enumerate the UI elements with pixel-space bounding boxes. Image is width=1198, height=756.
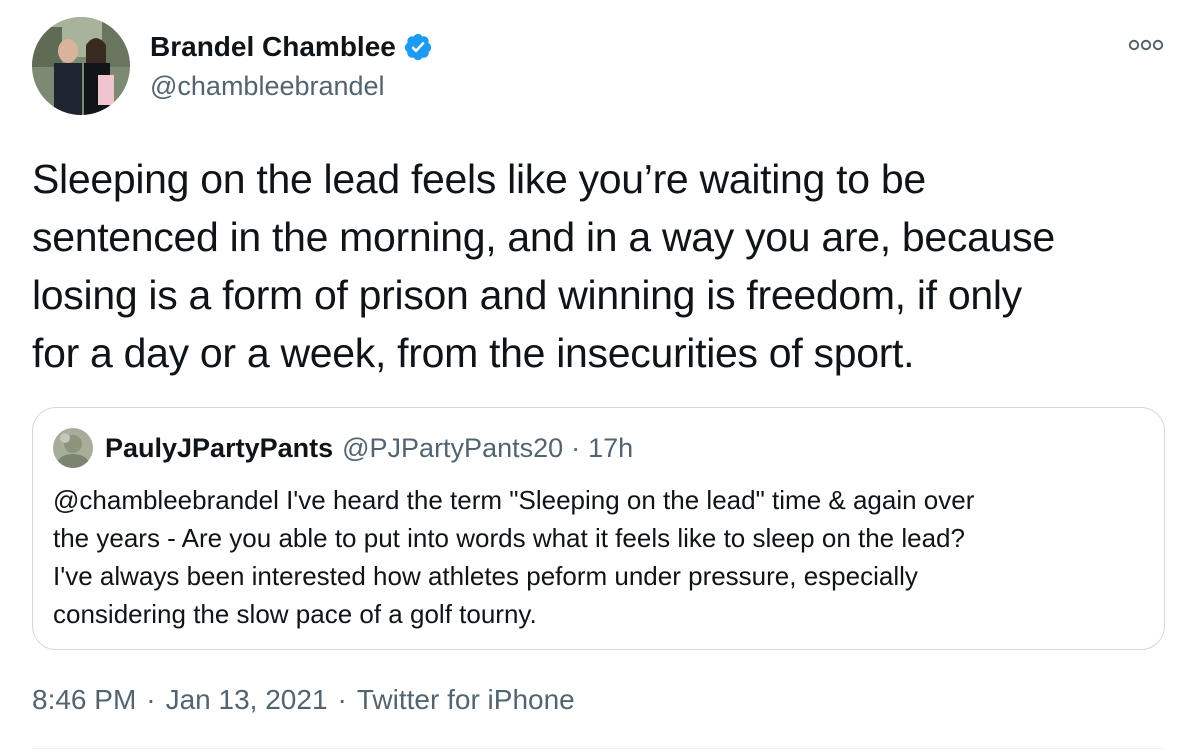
tweet-source[interactable]: Twitter for iPhone	[357, 684, 575, 715]
quoted-text-line: the years - Are you able to put into wor…	[53, 523, 965, 553]
divider	[32, 748, 1165, 749]
quoted-author-handle: @PJPartyPants20	[342, 432, 564, 463]
tweet-text-line: Sleeping on the lead feels like you’re w…	[32, 156, 926, 202]
tweet-time[interactable]: 8:46 PM	[32, 684, 136, 715]
quoted-author-avatar-image	[53, 428, 93, 468]
verified-badge-icon	[404, 33, 431, 61]
quoted-text-line: I've always been interested how athletes…	[53, 561, 918, 591]
author-handle[interactable]: @chambleebrandel	[150, 69, 385, 103]
quoted-separator: ·	[571, 432, 581, 463]
quoted-author-avatar	[53, 428, 93, 468]
tweet-text-line: losing is a form of prison and winning i…	[32, 272, 1022, 318]
quoted-text-line: considering the slow pace of a golf tour…	[53, 599, 537, 629]
author-display-name-row[interactable]: Brandel Chamblee	[150, 30, 433, 64]
quoted-author-name: PaulyJPartyPants	[105, 432, 334, 463]
author-avatar-image	[32, 17, 130, 115]
tweet-text-line: for a day or a week, from the insecuriti…	[32, 330, 915, 376]
tweet-text: Sleeping on the lead feels like you’re w…	[32, 150, 1172, 382]
tweet-metadata: 8:46 PM · Jan 13, 2021 · Twitter for iPhone	[32, 682, 575, 718]
tweet-date[interactable]: Jan 13, 2021	[166, 684, 328, 715]
author-avatar[interactable]	[32, 17, 130, 115]
meta-separator: ·	[337, 684, 347, 715]
meta-separator: ·	[146, 684, 156, 715]
quoted-tweet-card[interactable]: PaulyJPartyPants @PJPartyPants20 · 17h @…	[32, 407, 1165, 650]
quoted-timestamp: 17h	[588, 432, 634, 463]
tweet-text-line: sentenced in the morning, and in a way y…	[32, 214, 1055, 260]
quoted-tweet-text: @chambleebrandel I've heard the term "Sl…	[53, 481, 1148, 633]
quoted-tweet-header: PaulyJPartyPants @PJPartyPants20 · 17h	[53, 428, 633, 468]
author-display-name: Brandel Chamblee	[150, 31, 396, 62]
more-options-icon[interactable]	[1126, 33, 1166, 57]
quoted-text-line: @chambleebrandel I've heard the term "Sl…	[53, 485, 975, 515]
